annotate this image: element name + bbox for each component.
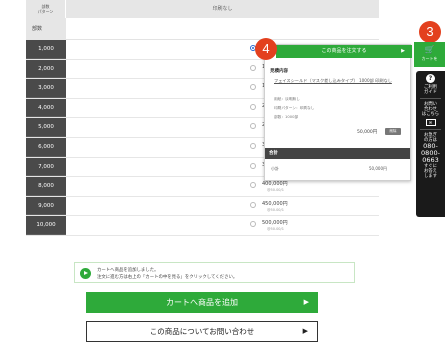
item-paper: 用紙：淡明無し [274, 97, 300, 101]
table-header: 部数 パターン 印刷なし [26, 0, 379, 18]
table-row[interactable]: 9,000 450,000円 @50.00/1 [26, 196, 379, 217]
mail-icon: ✉ [425, 119, 436, 126]
delete-button[interactable]: 削除 [385, 128, 401, 135]
price-radio[interactable] [250, 182, 256, 189]
price-radio[interactable] [250, 123, 256, 130]
guide-label-2: ガイド [424, 90, 437, 95]
header-pattern-label: パターン [37, 9, 54, 14]
qty-cell: 4,000 [26, 98, 66, 118]
qty-cell: 6,000 [26, 137, 66, 157]
play-arrow-icon: ▶ [302, 327, 308, 335]
header-print-option: 印刷なし [212, 6, 233, 12]
sidebar-phone: お急ぎ の方は 080- 0800- 0663 すぐに お答え します [416, 133, 445, 179]
step-badge-4: 4 [255, 38, 277, 60]
question-icon: ? [426, 74, 435, 83]
notice-line-2: 注文に進む方は右上の「カートの中を見る」をクリックしてください。 [97, 275, 238, 280]
price-value: 400,000円 [262, 181, 288, 188]
price-radio[interactable] [250, 221, 256, 228]
qty-header-label: 部数 [26, 18, 66, 40]
qty-cell: 2,000 [26, 59, 66, 79]
price-radio[interactable] [250, 84, 256, 91]
table-row[interactable]: 10,000 500,000円 @50.00/1 [26, 216, 379, 236]
sidebar-cart-button[interactable]: 🛒 カートを [414, 42, 445, 67]
unit-price: @50.00/1 [267, 207, 284, 212]
qty-cell: 3,000 [26, 79, 66, 98]
item-price: 50,000円 [357, 130, 378, 135]
sidebar-guide-link[interactable]: ? ご利用 ガイド [416, 74, 445, 95]
qty-header-row: 部数 [26, 18, 379, 40]
phone-outro-3: します [424, 174, 437, 179]
cart-icon: 🛒 [424, 45, 435, 54]
price-radio[interactable] [250, 162, 256, 169]
notice-line-1: カートへ商品を追加しました。 [97, 268, 159, 273]
add-to-cart-button[interactable]: カートへ商品を追加 ▶ [86, 292, 318, 313]
price-value: 450,000円 [262, 200, 288, 207]
divider [420, 129, 441, 130]
order-button-label: この商品を注文する [321, 48, 367, 54]
qty-cell: 5,000 [26, 118, 66, 137]
item-print-pattern: 印刷パターン：印刷なし [274, 106, 315, 110]
qty-cell: 8,000 [26, 177, 66, 196]
phone-number-3: 0663 [422, 156, 439, 164]
inquiry-line-3: はこちら [421, 112, 440, 117]
subtotal-label: 小計 [271, 166, 279, 171]
subtotal-value: 50,000円 [369, 166, 387, 171]
item-name-link[interactable]: フェイスシールド（マスク差し込みタイプ） 1000部 印刷なし [274, 78, 402, 84]
order-this-product-button[interactable]: この商品を注文する ▶ [276, 45, 412, 58]
cart-popup: この商品を注文する ▶ 見積内容 フェイスシールド（マスク差し込みタイプ） 10… [264, 44, 412, 181]
estimate-title: 見積内容 [270, 69, 288, 74]
cart-added-notice: カートへ商品を追加しました。 注文に進む方は右上の「カートの中を見る」をクリック… [74, 262, 355, 283]
add-to-cart-label: カートへ商品を追加 [166, 298, 238, 307]
price-cell[interactable]: 500,000円 @50.00/1 [66, 216, 379, 235]
qty-cell: 7,000 [26, 157, 66, 177]
cart-label: カートを [421, 56, 438, 61]
qty-cell: 9,000 [26, 196, 66, 216]
sidebar-inquiry-link[interactable]: お問い 合わせ はこちら ✉ [416, 102, 445, 126]
header-col-qty-pattern: 部数 パターン [26, 0, 66, 18]
divider [420, 98, 441, 99]
product-inquiry-label: この商品についてお問い合わせ [149, 327, 255, 336]
sidebar-panel: ? ご利用 ガイド お問い 合わせ はこちら ✉ お急ぎ の方は 080- 08… [416, 71, 445, 217]
price-radio[interactable] [250, 142, 256, 149]
unit-price: @50.00/1 [267, 188, 284, 193]
step-badge-3: 3 [419, 21, 441, 43]
qty-cell: 10,000 [26, 216, 66, 235]
item-quantity: 部数：1000部 [274, 115, 299, 119]
qty-cell: 1,000 [26, 40, 66, 59]
total-title: 合計 [265, 148, 410, 159]
play-arrow-icon: ▶ [401, 48, 405, 54]
product-inquiry-button[interactable]: この商品についてお問い合わせ ▶ [86, 321, 318, 342]
unit-price: @50.00/1 [267, 227, 284, 232]
price-radio[interactable] [250, 103, 256, 110]
play-arrow-icon: ▶ [303, 298, 309, 306]
play-circle-icon [80, 268, 91, 279]
price-value: 500,000円 [262, 220, 288, 227]
price-radio[interactable] [250, 201, 256, 208]
price-radio[interactable] [250, 64, 256, 71]
price-cell[interactable]: 450,000円 @50.00/1 [66, 197, 379, 216]
